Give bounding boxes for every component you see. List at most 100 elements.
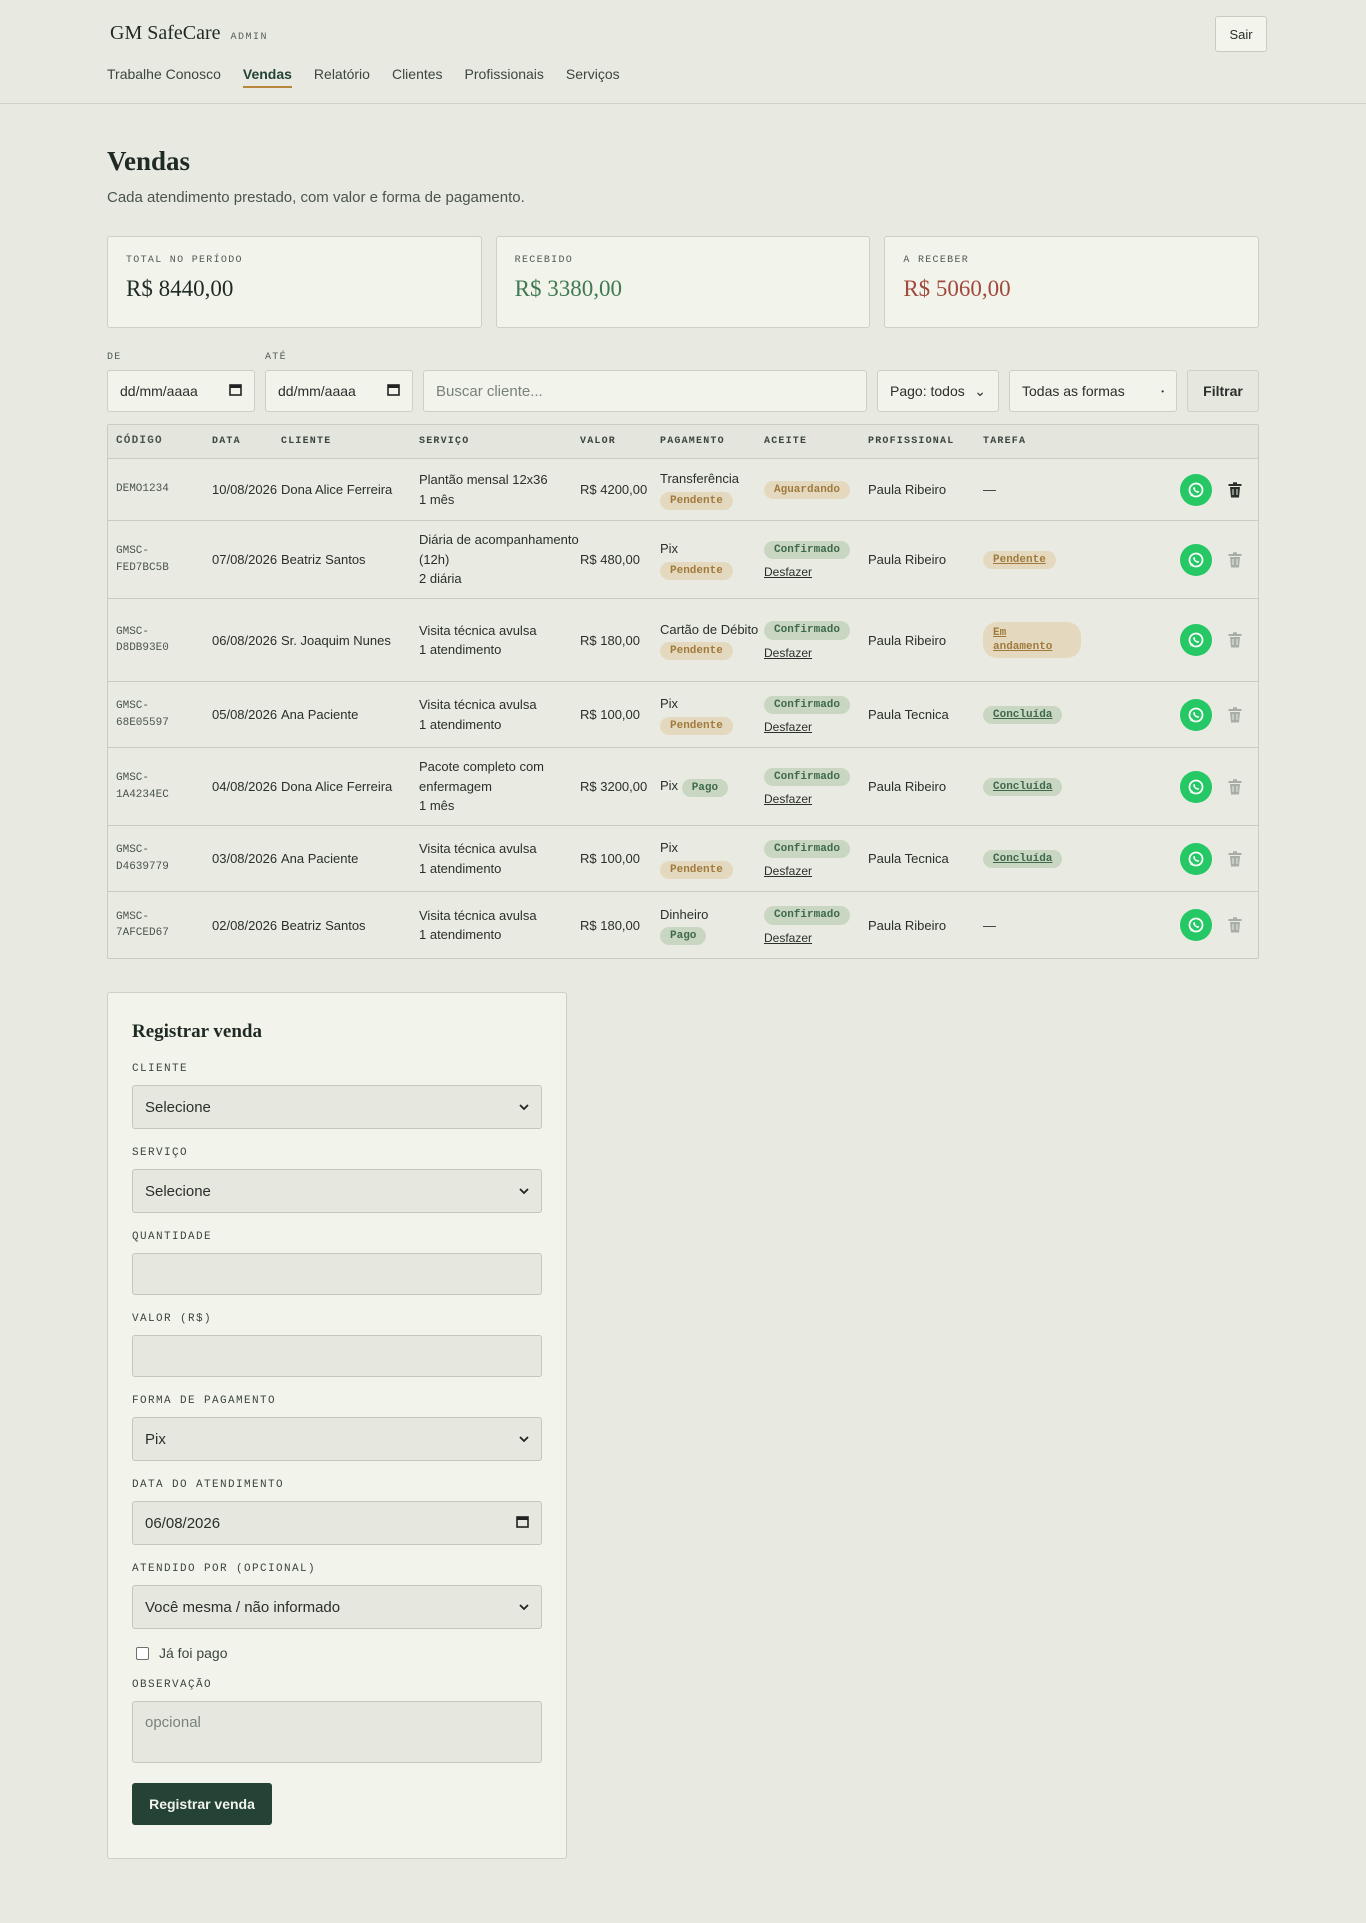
nav-item-trabalhe-conosco[interactable]: Trabalhe Conosco xyxy=(107,66,221,88)
col-header[interactable]: VALOR xyxy=(580,436,660,447)
sale-client: Beatriz Santos xyxy=(281,552,366,567)
form-title: Registrar venda xyxy=(132,1021,262,1042)
sale-value: R$ 4200,00 xyxy=(580,482,648,497)
nav-item-vendas[interactable]: Vendas xyxy=(242,66,292,88)
sale-professional: Paula Tecnica xyxy=(868,707,949,722)
main-nav: Trabalhe Conosco Vendas Relatório Client… xyxy=(107,66,620,88)
undo-link[interactable]: Desfazer xyxy=(764,720,868,734)
service-quantity: 1 atendimento xyxy=(419,716,502,732)
paid-checkbox-label[interactable]: Já foi pago xyxy=(159,1645,228,1661)
value-input[interactable] xyxy=(132,1335,542,1377)
payment-status-badge: Pago xyxy=(681,778,729,798)
task-status-badge[interactable]: Concluída xyxy=(983,849,1063,869)
paid-checkbox-row[interactable]: Já foi pago xyxy=(132,1645,542,1661)
to-date-input[interactable]: dd/mm/aaaa xyxy=(265,370,413,412)
sale-professional: Paula Ribeiro xyxy=(868,632,947,648)
nav-item-profissionais[interactable]: Profissionais xyxy=(465,66,544,88)
card-label: RECEBIDO xyxy=(514,255,574,266)
logout-button[interactable]: Sair xyxy=(1215,16,1267,52)
trash-icon[interactable] xyxy=(1226,480,1244,500)
whatsapp-icon[interactable] xyxy=(1180,624,1212,656)
client-search-input[interactable]: Buscar cliente... xyxy=(423,370,867,412)
note-textarea[interactable]: opcional xyxy=(132,1701,542,1763)
trash-icon[interactable] xyxy=(1226,777,1244,797)
payment-cell: Pix Pago xyxy=(660,776,764,798)
chevron-down-icon xyxy=(519,1100,529,1114)
payment-method: Pix xyxy=(660,777,679,793)
brand[interactable]: GM SafeCare ADMIN xyxy=(110,22,268,45)
service-select[interactable]: Selecione xyxy=(132,1169,542,1213)
client-select[interactable]: Selecione xyxy=(132,1085,542,1129)
payment-status-badge: Pago xyxy=(660,927,707,946)
col-header[interactable]: CÓDIGO xyxy=(108,433,212,450)
task-status-badge[interactable]: Em andamento xyxy=(983,621,1081,659)
task-status-badge[interactable]: Pendente xyxy=(983,550,1056,570)
payment-method: Dinheiro xyxy=(660,906,709,922)
nav-item-relatorio[interactable]: Relatório xyxy=(314,66,370,88)
col-header[interactable]: CLIENTE xyxy=(281,436,419,447)
paid-checkbox[interactable] xyxy=(136,1646,149,1660)
task-status-badge[interactable]: Concluída xyxy=(983,705,1063,725)
whatsapp-icon[interactable] xyxy=(1180,473,1212,506)
col-header[interactable]: PAGAMENTO xyxy=(660,434,764,449)
register-sale-button[interactable]: Registrar venda xyxy=(132,1783,272,1825)
brand-tag: ADMIN xyxy=(230,32,269,43)
payment-method-select[interactable]: Todas as formas • xyxy=(1009,370,1177,412)
payment-cell: Transferência Pendente xyxy=(660,469,764,510)
sale-code: GMSC- 68E05597 xyxy=(116,700,169,729)
trash-icon[interactable] xyxy=(1226,915,1244,935)
attended-by-select[interactable]: Você mesma / não informado xyxy=(132,1585,542,1629)
sale-client: Ana Paciente xyxy=(281,707,359,722)
calendar-icon[interactable] xyxy=(387,383,400,399)
payment-method-select[interactable]: Pix xyxy=(132,1417,542,1461)
top-bar: GM SafeCare ADMIN Sair Trabalhe Conosco … xyxy=(0,0,1366,104)
sale-date: 04/08/2026 xyxy=(212,779,278,794)
value-label: VALOR (R$) xyxy=(132,1313,213,1325)
trash-icon[interactable] xyxy=(1226,705,1244,725)
col-header[interactable]: ACEITE xyxy=(764,436,868,447)
undo-link[interactable]: Desfazer xyxy=(764,864,868,878)
whatsapp-icon[interactable] xyxy=(1180,842,1212,875)
sale-service: Diária de acompanhamento (12h) 2 diária xyxy=(419,530,580,589)
undo-link[interactable]: Desfazer xyxy=(764,931,868,945)
calendar-icon[interactable] xyxy=(516,1515,529,1531)
col-header[interactable]: PROFISSIONAL xyxy=(868,436,983,447)
quantity-input[interactable] xyxy=(132,1253,542,1295)
from-date-input[interactable]: dd/mm/aaaa xyxy=(107,370,255,412)
col-header[interactable]: DATA xyxy=(212,436,281,447)
payment-cell: Cartão de Débito Pendente xyxy=(660,620,764,661)
sale-value: R$ 480,00 xyxy=(580,552,640,567)
sale-professional: Paula Tecnica xyxy=(868,851,949,866)
whatsapp-icon[interactable] xyxy=(1180,543,1212,576)
service-date-input[interactable]: 06/08/2026 xyxy=(132,1501,542,1545)
whatsapp-icon[interactable] xyxy=(1180,770,1212,803)
sale-professional: Paula Ribeiro xyxy=(868,917,947,933)
undo-link[interactable]: Desfazer xyxy=(764,646,868,660)
sale-professional: Paula Ribeiro xyxy=(868,552,947,567)
card-receivable: A RECEBER R$ 5060,00 xyxy=(884,236,1260,328)
trash-icon[interactable] xyxy=(1226,630,1244,650)
calendar-icon[interactable] xyxy=(229,383,242,399)
task-status-badge[interactable]: Concluída xyxy=(983,777,1063,797)
nav-item-clientes[interactable]: Clientes xyxy=(392,66,443,88)
whatsapp-icon[interactable] xyxy=(1180,909,1212,941)
chevron-down-icon xyxy=(519,1184,529,1198)
paid-filter-select[interactable]: Pago: todos ⌄ xyxy=(877,370,999,412)
col-header[interactable]: SERVIÇO xyxy=(419,434,580,449)
undo-link[interactable]: Desfazer xyxy=(764,792,868,806)
undo-link[interactable]: Desfazer xyxy=(764,565,868,579)
nav-item-servicos[interactable]: Serviços xyxy=(566,66,620,88)
service-date-value: 06/08/2026 xyxy=(145,1514,221,1532)
sale-value: R$ 100,00 xyxy=(580,707,640,722)
col-header[interactable]: TAREFA xyxy=(983,436,1153,447)
sale-client: Ana Paciente xyxy=(281,851,359,866)
quantity-label: QUANTIDADE xyxy=(132,1231,213,1243)
trash-icon[interactable] xyxy=(1226,849,1244,869)
to-date-value: dd/mm/aaaa xyxy=(278,383,356,399)
whatsapp-icon[interactable] xyxy=(1180,698,1212,731)
sale-client: Beatriz Santos xyxy=(281,917,366,933)
service-name: Plantão mensal 12x36 xyxy=(419,472,548,487)
filter-button[interactable]: Filtrar xyxy=(1187,370,1259,412)
payment-method: Transferência xyxy=(660,471,739,487)
trash-icon[interactable] xyxy=(1226,550,1244,570)
